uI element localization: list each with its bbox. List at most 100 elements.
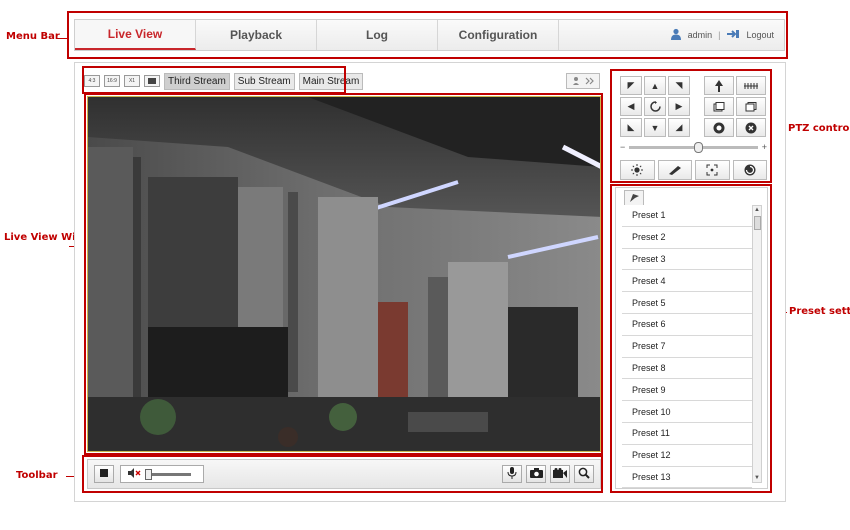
lens-init-icon: [744, 164, 756, 176]
preset-scrollbar[interactable]: ▲ ▼: [752, 205, 762, 483]
ptz-speed-knob[interactable]: [693, 141, 703, 153]
ptz-left-button[interactable]: ◀: [620, 97, 642, 116]
ptz-up-left-button[interactable]: ◤: [620, 76, 642, 95]
iris-open-icon: [713, 122, 725, 133]
main-stream-button[interactable]: Main Stream: [298, 72, 364, 90]
ptz-function-row: [620, 160, 767, 180]
stop-icon: [100, 468, 108, 480]
ptz-down-button[interactable]: ▼: [644, 118, 666, 137]
logout-icon[interactable]: [726, 29, 740, 41]
logout-link[interactable]: Logout: [746, 30, 774, 40]
preset-panel: Preset 1 Preset 2 Preset 3 Preset 4 Pres…: [615, 187, 768, 489]
annotation-toolbar: Toolbar: [16, 470, 58, 481]
speaker-muted-icon[interactable]: [127, 465, 141, 483]
preset-flag-icon: [629, 194, 639, 202]
tab-configuration[interactable]: Configuration: [438, 20, 559, 50]
magnifier-icon: [578, 467, 590, 482]
digital-zoom-button[interactable]: [574, 465, 594, 483]
fullscreen-button[interactable]: [144, 75, 160, 87]
preset-item[interactable]: Preset 2: [622, 227, 752, 249]
ptz-speed-slider[interactable]: [629, 141, 758, 153]
preset-item[interactable]: Preset 11: [622, 423, 752, 445]
tab-live-view[interactable]: Live View: [75, 20, 196, 50]
speed-minus-label: −: [620, 142, 626, 152]
annotation-preset-setting: Preset setting: [789, 306, 850, 317]
ptz-down-right-button[interactable]: ◢: [668, 118, 690, 137]
speed-plus-label: +: [761, 142, 767, 152]
focus-near-button[interactable]: [704, 97, 734, 116]
scroll-thumb[interactable]: [754, 216, 761, 230]
scroll-down-icon[interactable]: ▼: [753, 474, 761, 482]
auto-focus-button[interactable]: [695, 160, 730, 180]
menu-bar: Live View Playback Log Configuration adm…: [74, 19, 785, 51]
ptz-up-button[interactable]: ▲: [644, 76, 666, 95]
preset-item[interactable]: Preset 1: [622, 205, 752, 227]
rotate-icon: [649, 101, 661, 112]
preset-item[interactable]: Preset 6: [622, 314, 752, 336]
video-camera-icon: [553, 467, 567, 481]
user-area: admin | Logout: [670, 20, 784, 50]
stop-live-view-button[interactable]: [94, 465, 114, 483]
bottom-toolbar: [87, 459, 601, 489]
zoom-in-icon: [715, 79, 723, 92]
light-icon: [631, 164, 644, 176]
preset-item[interactable]: Preset 9: [622, 379, 752, 402]
preset-item[interactable]: Preset 12: [622, 445, 752, 467]
annotation-ptz-control: PTZ control: [788, 123, 850, 134]
ptz-right-button[interactable]: ▶: [668, 97, 690, 116]
original-size-button[interactable]: X1: [124, 75, 140, 87]
wiper-button[interactable]: [657, 160, 692, 180]
volume-slider[interactable]: [145, 468, 191, 480]
aspect-16-9-button[interactable]: 16:9: [104, 75, 120, 87]
stream-toolbar: 4:3 16:9 X1 Third Stream Sub Stream Main…: [84, 70, 364, 92]
sub-stream-button[interactable]: Sub Stream: [233, 72, 295, 90]
toolbar-right-tools: [502, 465, 594, 483]
preset-item[interactable]: Preset 3: [622, 249, 752, 271]
aspect-4-3-button[interactable]: 4:3: [84, 75, 100, 87]
iris-close-button[interactable]: [736, 118, 766, 137]
annotation-menu-bar: Menu Bar: [6, 31, 60, 42]
user-icon: [670, 28, 682, 42]
zoom-out-button[interactable]: [736, 76, 766, 95]
ptz-up-right-button[interactable]: ◥: [668, 76, 690, 95]
preset-item[interactable]: Preset 4: [622, 270, 752, 293]
preset-item[interactable]: Preset 8: [622, 358, 752, 380]
preset-item[interactable]: Preset 5: [622, 292, 752, 314]
scroll-up-icon[interactable]: ▲: [753, 206, 761, 214]
third-stream-button[interactable]: Third Stream: [164, 72, 230, 90]
video-frame: [88, 97, 600, 451]
preset-item[interactable]: Preset 7: [622, 336, 752, 358]
preset-item[interactable]: Preset 10: [622, 401, 752, 423]
light-button[interactable]: [620, 160, 655, 180]
capture-button[interactable]: [526, 465, 546, 483]
focus-far-button[interactable]: [736, 97, 766, 116]
preset-list: Preset 1 Preset 2 Preset 3 Preset 4 Pres…: [622, 205, 752, 489]
tab-log[interactable]: Log: [317, 20, 438, 50]
focus-far-icon: [745, 101, 757, 111]
ptz-down-left-button[interactable]: ◣: [620, 118, 642, 137]
two-way-audio-button[interactable]: [502, 465, 522, 483]
iris-close-icon: [745, 122, 757, 133]
lens-init-button[interactable]: [732, 160, 767, 180]
volume-control[interactable]: [120, 465, 204, 483]
record-button[interactable]: [550, 465, 570, 483]
microphone-icon: [507, 466, 517, 482]
zoom-in-button[interactable]: [704, 76, 734, 95]
focus-near-icon: [713, 101, 725, 111]
user-separator: |: [718, 30, 721, 40]
preset-item[interactable]: Preset 13: [622, 467, 752, 489]
zoom-out-icon: [744, 82, 758, 89]
wiper-icon: [668, 166, 681, 175]
preset-tab[interactable]: [624, 190, 644, 205]
auto-focus-icon: [706, 164, 718, 176]
annotation-line-menu-bar: [57, 38, 69, 39]
username-label: admin: [687, 30, 713, 40]
live-view-window[interactable]: [87, 96, 601, 452]
tab-playback[interactable]: Playback: [196, 20, 317, 50]
volume-slider-knob[interactable]: [145, 468, 152, 480]
ptz-speed-row: − +: [620, 141, 767, 153]
iris-open-button[interactable]: [704, 118, 734, 137]
ptz-panel-toggle[interactable]: [566, 73, 600, 89]
ptz-auto-rotate-button[interactable]: [644, 97, 666, 116]
camera-icon: [529, 467, 543, 481]
